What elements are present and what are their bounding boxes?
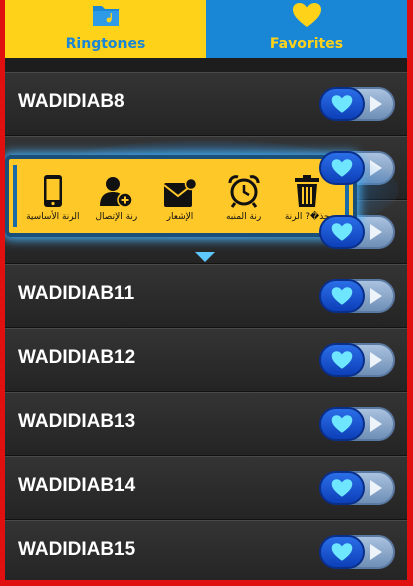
play-icon xyxy=(370,480,382,496)
play-icon xyxy=(370,224,382,240)
row-controls xyxy=(319,215,395,249)
heart-icon xyxy=(331,479,353,497)
contact-add-icon xyxy=(99,170,134,208)
favorite-button[interactable] xyxy=(319,343,365,377)
favorite-button[interactable] xyxy=(319,535,365,569)
folder-music-icon xyxy=(91,2,121,32)
phone-icon xyxy=(43,170,63,208)
play-icon xyxy=(370,96,382,112)
heart-icon xyxy=(331,543,353,561)
ringtone-title: WADIDIAB15 xyxy=(18,539,136,560)
tab-bar: Ringtones Favorites xyxy=(5,0,407,58)
row-controls xyxy=(319,87,395,121)
set-notification-button[interactable]: الإشعار xyxy=(149,170,211,222)
trash-icon xyxy=(294,170,320,208)
ringtone-action-popup: الرنة الأساسية رنة الإتصال الإشعار رنة ا… xyxy=(5,155,357,237)
ringtone-title: WADIDIAB12 xyxy=(18,347,136,368)
heart-icon xyxy=(331,223,353,241)
heart-icon xyxy=(331,415,353,433)
set-default-ringtone-label: الرنة الأساسية xyxy=(26,212,80,222)
favorite-button[interactable] xyxy=(319,407,365,441)
tab-divider xyxy=(5,58,407,72)
alarm-clock-icon xyxy=(227,170,261,208)
set-contact-ringtone-button[interactable]: رنة الإتصال xyxy=(85,170,147,222)
list-item[interactable]: WADIDIAB15 xyxy=(5,520,407,580)
favorite-button[interactable] xyxy=(319,279,365,313)
play-icon xyxy=(370,352,382,368)
tab-ringtones[interactable]: Ringtones xyxy=(5,0,206,58)
ringtone-title: WADIDIAB11 xyxy=(18,283,135,304)
ringtone-title: WADIDIAB14 xyxy=(18,475,136,496)
list-item[interactable]: WADIDIAB8 xyxy=(5,72,407,136)
set-default-ringtone-button[interactable]: الرنة الأساسية xyxy=(22,170,84,222)
tab-favorites[interactable]: Favorites xyxy=(206,0,407,58)
heart-icon xyxy=(331,95,353,113)
app-frame: Ringtones Favorites WADIDIAB8 WADIDIAB11… xyxy=(5,0,407,580)
row-controls xyxy=(319,343,395,377)
play-icon xyxy=(370,416,382,432)
set-notification-label: الإشعار xyxy=(166,212,194,222)
row-controls xyxy=(319,471,395,505)
list-item[interactable]: WADIDIAB14 xyxy=(5,456,407,520)
favorite-button[interactable] xyxy=(319,151,365,185)
ringtone-title: WADIDIAB8 xyxy=(18,91,125,112)
heart-icon xyxy=(331,287,353,305)
list-item[interactable]: WADIDIAB12 xyxy=(5,328,407,392)
row-controls xyxy=(319,407,395,441)
heart-icon xyxy=(331,351,353,369)
favorite-button[interactable] xyxy=(319,87,365,121)
play-icon xyxy=(370,544,382,560)
favorite-button[interactable] xyxy=(319,471,365,505)
set-contact-ringtone-label: رنة الإتصال xyxy=(95,212,138,222)
play-icon xyxy=(370,288,382,304)
list-item[interactable]: WADIDIAB13 xyxy=(5,392,407,456)
popup-pointer xyxy=(195,252,215,262)
list-item[interactable]: WADIDIAB11 xyxy=(5,264,407,328)
ringtone-title: WADIDIAB13 xyxy=(18,411,136,432)
set-alarm-label: رنة المنبه xyxy=(225,212,262,222)
tab-ringtones-label: Ringtones xyxy=(65,36,146,52)
heart-icon xyxy=(292,2,322,32)
notification-envelope-icon xyxy=(163,170,197,208)
row-controls xyxy=(319,535,395,569)
row-controls xyxy=(319,279,395,313)
heart-icon xyxy=(331,159,353,177)
tab-favorites-label: Favorites xyxy=(269,36,344,52)
set-alarm-button[interactable]: رنة المنبه xyxy=(213,170,275,222)
favorite-button[interactable] xyxy=(319,215,365,249)
